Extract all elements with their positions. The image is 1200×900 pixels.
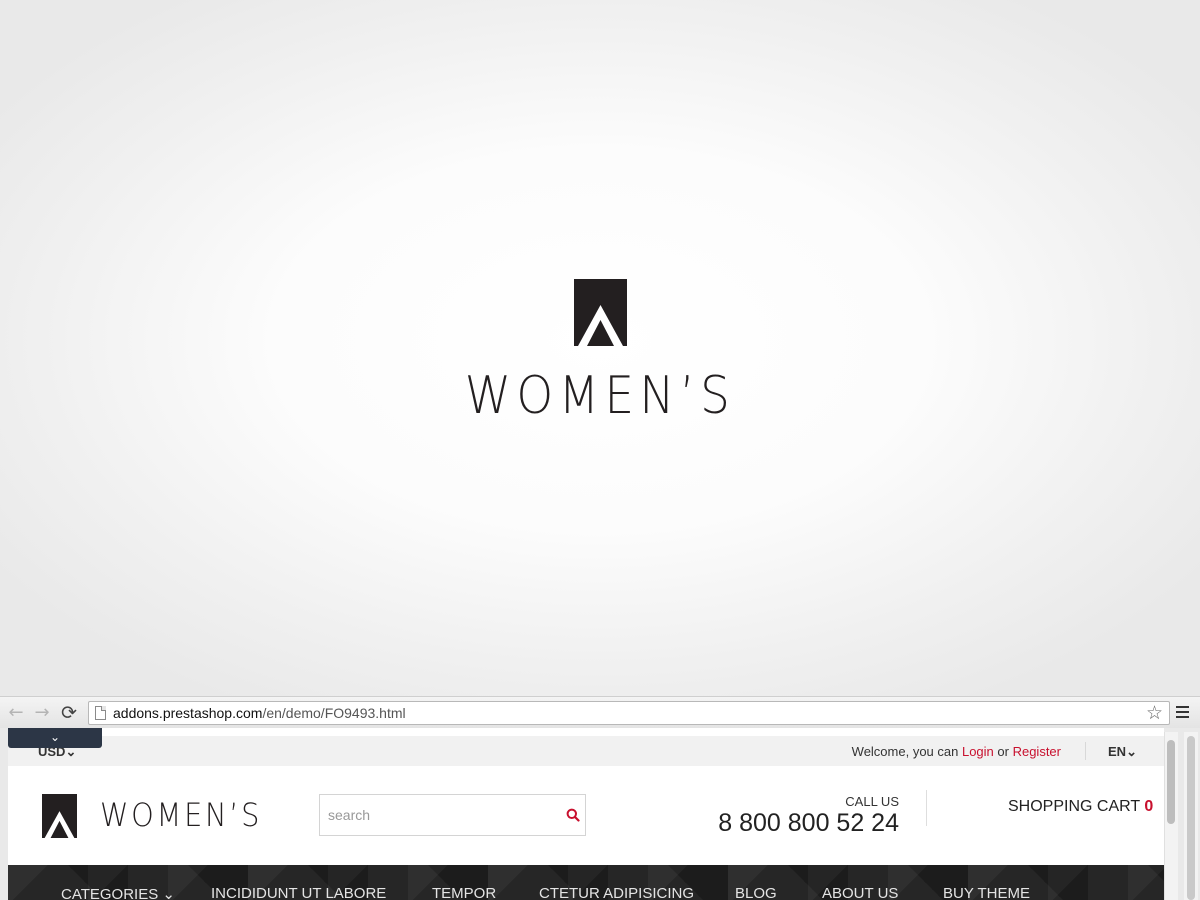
nav-item-categories[interactable]: CATEGORIES ⌄ (61, 885, 175, 900)
search-icon[interactable] (566, 808, 580, 822)
register-link[interactable]: Register (1013, 744, 1061, 759)
nav-item-buy-theme[interactable]: BUY THEME (943, 885, 1030, 900)
splash-brand-title: WOMEN’S (464, 366, 736, 426)
welcome-prefix: Welcome, you can (851, 744, 962, 759)
url-path: /en/demo/FO9493.html (262, 705, 406, 721)
bookmark-star-icon[interactable]: ☆ (1146, 702, 1163, 724)
cart-label: SHOPPING CART (1008, 798, 1145, 815)
dropdown-toggle[interactable]: ⌄ (8, 728, 102, 748)
website-viewport: USD⌄ Welcome, you can Login or Register … (8, 728, 1164, 900)
language-label: EN (1108, 744, 1127, 759)
divider (926, 790, 927, 826)
address-bar[interactable]: addons.prestashop.com/en/demo/FO9493.htm… (88, 701, 1170, 725)
forward-arrow-icon[interactable]: → (32, 701, 52, 725)
hamburger-menu-icon[interactable] (1176, 706, 1189, 718)
call-us-label: CALL US (845, 794, 899, 809)
back-arrow-icon[interactable]: ← (6, 701, 26, 725)
login-link[interactable]: Login (962, 744, 994, 759)
shopping-cart-link[interactable]: SHOPPING CART 0 (1008, 798, 1153, 816)
search-input[interactable] (328, 805, 548, 825)
scrollbar-thumb[interactable] (1187, 736, 1195, 900)
page-icon (95, 706, 106, 720)
language-selector[interactable]: EN⌄ (1108, 744, 1137, 760)
url-domain: addons.prestashop.com (113, 705, 263, 721)
womens-logo-icon (574, 279, 627, 346)
url-text[interactable]: addons.prestashop.com/en/demo/FO9493.htm… (113, 705, 406, 721)
top-bar: USD⌄ Welcome, you can Login or Register … (8, 736, 1164, 766)
nav-item-tempor[interactable]: TEMPOR (432, 885, 496, 900)
browser-toolbar: ← → ⟳ addons.prestashop.com/en/demo/FO94… (0, 696, 1200, 728)
search-box (319, 794, 586, 836)
phone-number: 8 800 800 52 24 (718, 809, 899, 837)
main-navigation: CATEGORIES ⌄ INCIDIDUNT UT LABORE TEMPOR… (8, 865, 1164, 900)
header-brand-title[interactable]: WOMEN’S (100, 796, 262, 834)
welcome-or: or (993, 744, 1013, 759)
divider (1085, 742, 1086, 760)
cart-count: 0 (1144, 798, 1154, 815)
nav-item-about-us[interactable]: ABOUT US (822, 885, 898, 900)
womens-logo-icon[interactable] (42, 794, 77, 838)
nav-item-incididunt-ut-labore[interactable]: INCIDIDUNT UT LABORE (211, 885, 386, 900)
nav-item-ctetur-adipisicing[interactable]: CTETUR ADIPISICING (539, 885, 694, 900)
nav-item-blog[interactable]: BLOG (735, 885, 777, 900)
chevron-down-icon: ⌄ (1126, 744, 1137, 759)
welcome-text: Welcome, you can Login or Register (852, 744, 1061, 759)
scrollbar-thumb[interactable] (1167, 740, 1175, 824)
chevron-down-icon: ⌄ (49, 730, 61, 744)
reload-icon[interactable]: ⟳ (59, 701, 79, 725)
